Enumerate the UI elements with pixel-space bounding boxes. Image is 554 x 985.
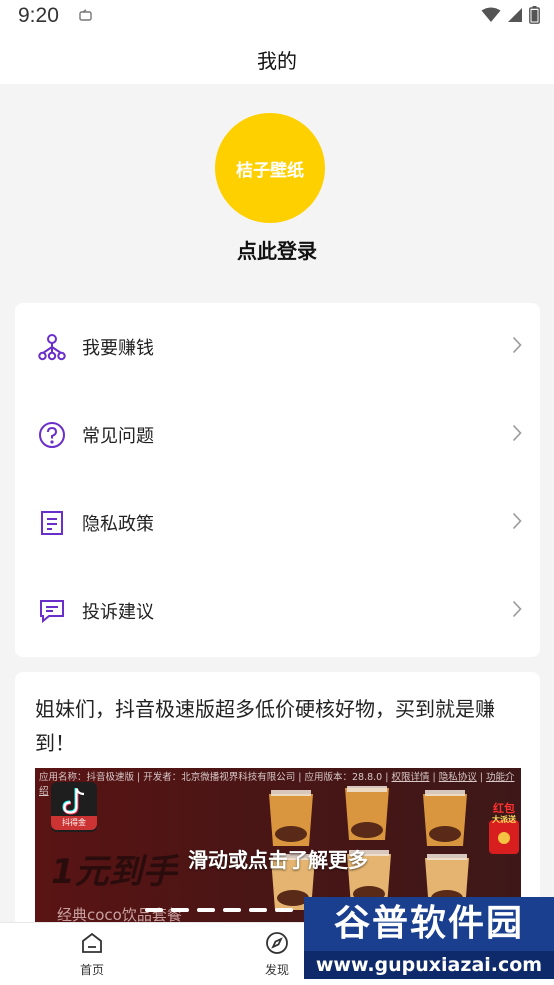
menu-item-label: 投诉建议 [82,602,154,623]
document-icon [38,509,66,537]
nav-label: 首页 [79,963,104,977]
page-title: 我的 [257,48,297,73]
menu-item-label: 隐私政策 [82,514,154,535]
menu-item-earn-money[interactable]: 我要赚钱 [15,303,540,391]
ad-headline: 姐妹们，抖音极速版超多低价硬核好物，买到就是赚到！ [35,697,495,755]
ad-privacy-link[interactable]: 隐私协议 [439,772,477,783]
network-icon [38,333,66,361]
watermark: 谷普软件园 www.gupuxiazai.com [304,897,554,981]
compass-icon [265,932,289,959]
home-icon [80,932,104,959]
chevron-right-icon [512,424,522,446]
menu-item-faq[interactable]: 常见问题 [15,391,540,479]
red-packet-text-2: 大派送 [492,814,517,824]
menu-item-label: 常见问题 [82,426,154,447]
status-time: 9:20 [18,4,59,27]
avatar-text: 桔子壁纸 [236,160,304,181]
red-packet-text-1: 红包 [493,802,515,815]
nav-label: 发现 [264,963,289,977]
title-bar: 我的 [0,34,554,84]
chevron-right-icon [512,512,522,534]
ad-permission-link[interactable]: 权限详情 [391,772,429,783]
login-link[interactable]: 点此登录 [0,235,554,264]
swipe-dashes-icon [145,908,293,912]
question-circle-icon [38,421,66,449]
chevron-right-icon [512,336,522,358]
chevron-right-icon [512,600,522,622]
nav-item-home[interactable]: 首页 [62,931,122,978]
signal-icon [507,7,523,27]
ad-cta[interactable]: 滑动或点击了解更多 [35,844,521,873]
status-indicators [481,6,540,28]
menu-card: 我要赚钱 常见问题 隐私政策 投诉建议 [15,303,540,657]
menu-item-label: 我要赚钱 [82,338,154,359]
status-bar: 9:20 [0,0,554,34]
battery-icon [529,6,540,28]
red-packet-icon: 红包 大派送 [489,802,519,854]
watermark-title: 谷普软件园 [304,897,554,951]
ad-card[interactable]: 姐妹们，抖音极速版超多低价硬核好物，买到就是赚到！ 应用名称：抖音极速版 | 开… [15,672,540,932]
avatar[interactable]: 桔子壁纸 [215,113,325,223]
notification-icon [78,8,94,27]
wifi-icon [481,7,501,27]
watermark-url: www.gupuxiazai.com [304,951,554,979]
menu-item-feedback[interactable]: 投诉建议 [15,567,540,655]
menu-item-privacy-policy[interactable]: 隐私政策 [15,479,540,567]
nav-item-discover[interactable]: 发现 [247,931,307,978]
ad-logo-tag: 抖得金 [51,816,97,830]
message-icon [38,597,66,625]
